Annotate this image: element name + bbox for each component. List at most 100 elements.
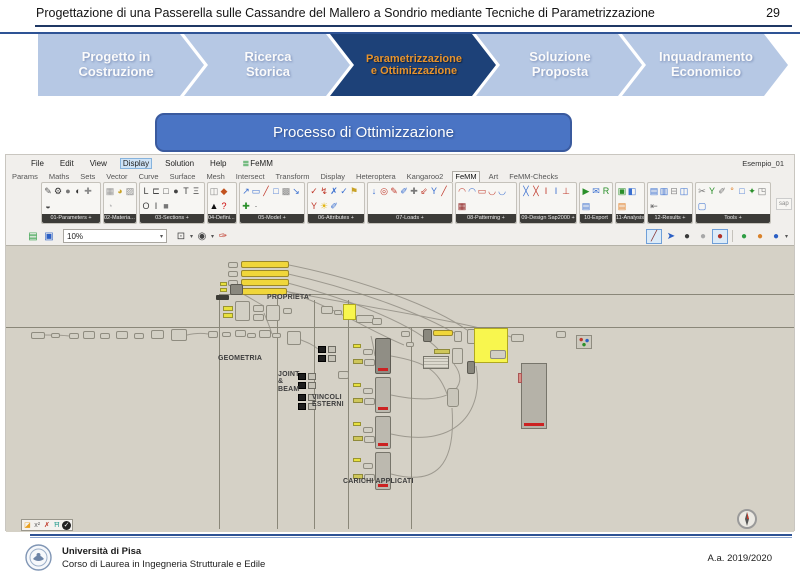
toolbar-icon[interactable]: ▤	[581, 199, 591, 214]
gh-node-comp[interactable]	[134, 333, 144, 339]
gh-node-comp[interactable]	[511, 334, 524, 342]
gh-node-comp[interactable]	[364, 398, 375, 405]
gh-node-comp[interactable]	[69, 333, 79, 339]
gh-node-comp[interactable]	[31, 332, 45, 339]
gh-node-black[interactable]	[298, 394, 306, 401]
gh-node-slider[interactable]	[241, 261, 289, 268]
gh-node-olive[interactable]	[353, 398, 363, 403]
gh-node-comp[interactable]	[283, 308, 292, 314]
gh-node-black[interactable]	[298, 403, 306, 410]
gh-node-comp[interactable]	[454, 331, 462, 342]
gh-node-slider[interactable]	[241, 270, 289, 277]
gh-node-black[interactable]	[318, 346, 326, 353]
gh-node-comp[interactable]	[287, 331, 301, 345]
toolbar-icon[interactable]: ◔	[105, 199, 115, 214]
toolbar-icon[interactable]: ◫	[209, 184, 219, 199]
menu-display[interactable]: Display	[120, 158, 152, 169]
menu-femm[interactable]: ≣FeMM	[240, 158, 276, 169]
gh-node-gbox[interactable]	[328, 346, 336, 353]
toolbar-group-label[interactable]: 06-Attributes +	[308, 214, 364, 223]
toolbar-icon[interactable]: R	[601, 184, 611, 199]
toolbar-icon[interactable]: Y	[309, 199, 319, 214]
chevron-down-icon[interactable]: ▾	[785, 233, 788, 240]
toolbar-icon[interactable]: ◐	[73, 184, 83, 199]
tab-mesh[interactable]: Mesh	[204, 172, 226, 182]
gh-node-comp[interactable]	[83, 331, 95, 339]
toolbar-icon[interactable]: ◕	[115, 184, 125, 199]
gh-node-comp[interactable]	[490, 350, 506, 359]
gh-node-ymini[interactable]	[353, 458, 361, 462]
toolbar-icon[interactable]: ▨	[125, 184, 135, 199]
gh-node-ymini[interactable]	[353, 383, 361, 387]
toolbar-icon[interactable]: O	[141, 199, 151, 214]
gh-node-multi[interactable]	[576, 335, 592, 349]
toolbar-group-label[interactable]: 07-Loads +	[368, 214, 452, 223]
node-canvas[interactable]: ◪x²✗Ħ✓ PROPRIETA'GEOMETRIAJOINT & BEAMVI…	[6, 245, 794, 532]
toolbar-icon[interactable]: ✎	[389, 184, 399, 199]
toolbar-icon[interactable]: ✐	[399, 184, 409, 199]
tab-vector[interactable]: Vector	[104, 172, 129, 182]
gh-node-comp[interactable]	[363, 427, 373, 433]
gh-node-cluster[interactable]	[375, 416, 391, 449]
toolbar-icon[interactable]: ◒	[43, 199, 53, 214]
tab-surface[interactable]: Surface	[168, 172, 198, 182]
gh-node-comp[interactable]	[253, 305, 264, 312]
sphere-blue-icon[interactable]: ●	[769, 230, 783, 243]
toolbar-icon[interactable]: ✚	[409, 184, 419, 199]
toolbar-icon[interactable]: ▭	[477, 184, 487, 199]
toolbar-group-label[interactable]: 03-Sections +	[140, 214, 204, 223]
status-grid-icon[interactable]: Ħ	[52, 521, 61, 530]
toolbar-group-label[interactable]: 02-Materia... +	[104, 214, 136, 223]
gh-node-comp[interactable]	[372, 318, 382, 325]
gh-node-comp[interactable]	[364, 359, 375, 366]
gh-node-dark[interactable]	[230, 284, 243, 295]
toolbar-icon[interactable]: ⊟	[669, 184, 679, 199]
toolbar-group-label[interactable]: 01-Parameters +	[42, 214, 100, 223]
gh-node-slider[interactable]	[433, 330, 453, 336]
gh-node-comp[interactable]	[363, 463, 373, 469]
gh-node-ymini[interactable]	[220, 282, 227, 286]
toolbar-icon[interactable]: ╱	[439, 184, 449, 199]
toolbar-group-label[interactable]: 08-Patterning +	[456, 214, 516, 223]
toolbar-icon[interactable]: ⊏	[151, 184, 161, 199]
toolbar-icon[interactable]: ▩	[281, 184, 291, 199]
gh-node-gpanel[interactable]	[447, 388, 459, 407]
gh-node-comp[interactable]	[151, 330, 164, 339]
gh-node-comp[interactable]	[228, 262, 238, 268]
toolbar-icon[interactable]: ✦	[747, 184, 757, 199]
toolbar-icon[interactable]: ╱	[261, 184, 271, 199]
gh-node-comp[interactable]	[406, 342, 414, 347]
gh-node-comp[interactable]	[321, 306, 333, 314]
gh-node-comp[interactable]	[228, 271, 238, 277]
gh-node-comp[interactable]	[266, 305, 280, 321]
gh-node-comp[interactable]	[235, 301, 250, 321]
preview-shaded-icon[interactable]: ●	[712, 229, 728, 244]
gh-node-comp[interactable]	[364, 436, 375, 443]
toolbar-icon[interactable]: ✎	[43, 184, 53, 199]
toolbar-icon[interactable]: ▤	[617, 199, 627, 214]
toolbar-icon[interactable]: Ξ	[191, 184, 201, 199]
toolbar-icon[interactable]: ⚑	[349, 184, 359, 199]
toolbar-icon[interactable]: ◧	[627, 184, 637, 199]
toolbar-icon[interactable]: ▣	[617, 184, 627, 199]
status-ok-icon[interactable]: ✓	[62, 521, 71, 530]
gh-node-ymini[interactable]	[353, 344, 361, 348]
gh-node-gbox[interactable]	[308, 373, 316, 380]
toolbar-icon[interactable]: ⊥	[561, 184, 571, 199]
toolbar-icon[interactable]: L	[141, 184, 151, 199]
menu-file[interactable]: File	[28, 158, 47, 169]
toolbar-group-label[interactable]: 09-Design Sap2000 +	[520, 214, 576, 223]
gh-node-ymini[interactable]	[223, 313, 233, 318]
toolbar-icon[interactable]: ▲	[209, 199, 219, 214]
toolbar-icon[interactable]: ◫	[679, 184, 689, 199]
paint-canvas-icon[interactable]: ✑	[216, 230, 230, 243]
toolbar-icon[interactable]: ✚	[83, 184, 93, 199]
gh-node-comp[interactable]	[222, 332, 231, 337]
toolbar-icon[interactable]: ✐	[717, 184, 727, 199]
fast-preview-icon[interactable]: ➤	[664, 230, 678, 243]
tab-sets[interactable]: Sets	[78, 172, 97, 182]
toolbar-icon[interactable]: ·	[251, 199, 261, 214]
toolbar-icon[interactable]: ◎	[379, 184, 389, 199]
tab-curve[interactable]: Curve	[137, 172, 161, 182]
tab-intersect[interactable]: Intersect	[234, 172, 267, 182]
